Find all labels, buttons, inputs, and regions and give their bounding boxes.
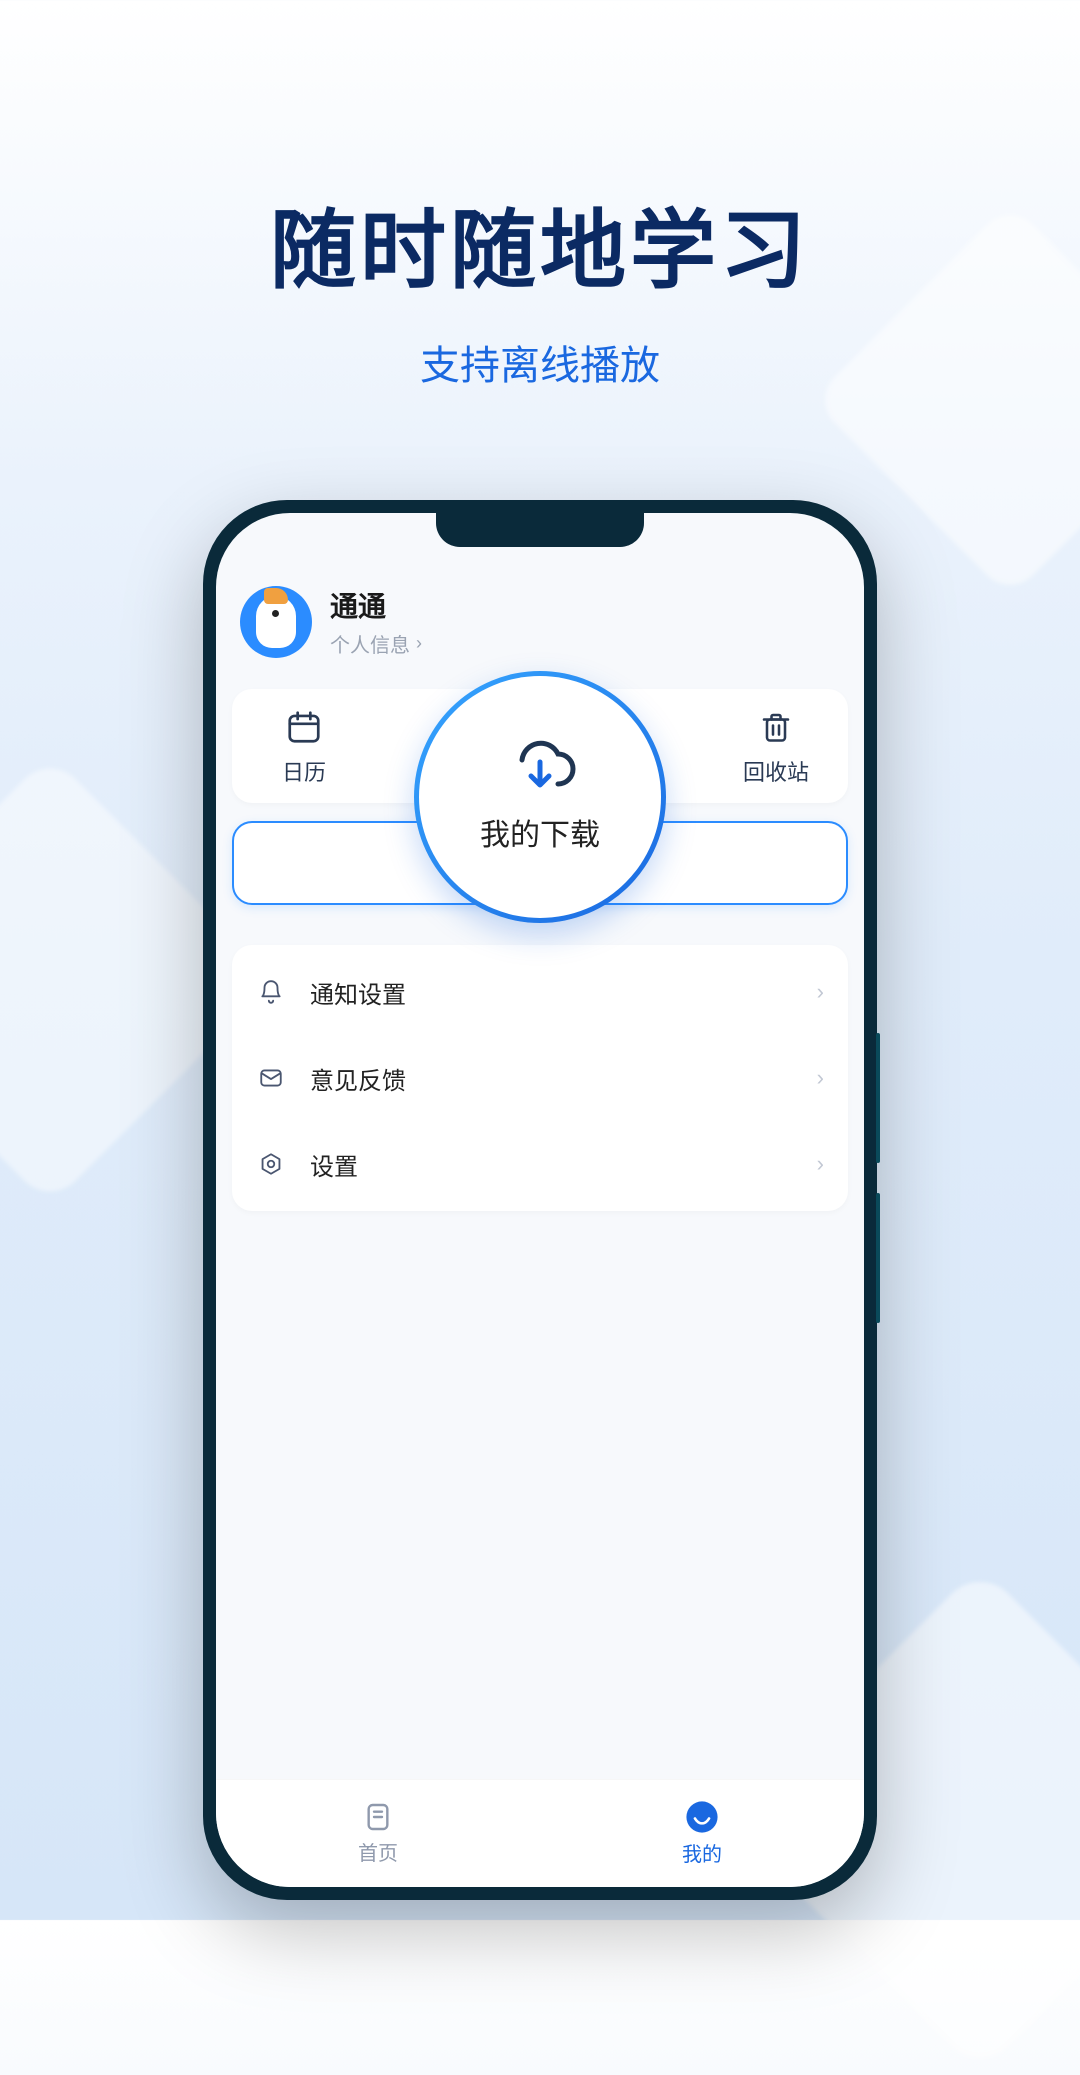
menu-notification-settings[interactable]: 通知设置 › — [232, 949, 848, 1035]
menu-label: 设置 — [310, 1147, 817, 1182]
phone-side-button — [876, 1193, 880, 1323]
avatar[interactable] — [240, 586, 312, 658]
bottom-nav: 首页 我的 — [216, 1779, 864, 1887]
mail-icon — [256, 1065, 286, 1091]
profile-name: 通通 — [330, 585, 422, 625]
smile-icon — [685, 1800, 719, 1834]
menu-label: 意见反馈 — [310, 1061, 817, 1096]
avatar-image — [256, 596, 296, 648]
bell-icon — [256, 979, 286, 1005]
profile-row[interactable]: 通通 个人信息 › — [240, 585, 422, 658]
calendar-button[interactable]: 日历 — [266, 705, 342, 787]
document-icon — [362, 1801, 394, 1833]
download-label: 我的下载 — [480, 810, 600, 854]
nav-label: 首页 — [358, 1837, 398, 1866]
trash-icon — [754, 705, 798, 749]
recycle-button[interactable]: 回收站 — [738, 705, 814, 787]
phone-frame: 通通 个人信息 › 日历 回收站 — [203, 500, 877, 1900]
menu-feedback[interactable]: 意见反馈 › — [232, 1035, 848, 1121]
menu-settings[interactable]: 设置 › — [232, 1121, 848, 1207]
menu-label: 通知设置 — [310, 975, 817, 1010]
chevron-right-icon: › — [817, 979, 824, 1005]
phone-notch — [436, 513, 644, 547]
nav-home[interactable]: 首页 — [216, 1780, 540, 1887]
chevron-right-icon: › — [817, 1065, 824, 1091]
hero-subtitle: 支持离线播放 — [0, 333, 1080, 391]
hero-title: 随时随地学习 — [0, 180, 1080, 305]
gear-icon — [256, 1151, 286, 1177]
phone-side-button — [876, 1033, 880, 1163]
profile-sub-link[interactable]: 个人信息 › — [330, 629, 422, 658]
calendar-icon — [282, 705, 326, 749]
phone-screen: 通通 个人信息 › 日历 回收站 — [216, 513, 864, 1887]
profile-sub-label: 个人信息 — [330, 629, 410, 658]
chevron-right-icon: › — [817, 1151, 824, 1177]
nav-mine[interactable]: 我的 — [540, 1780, 864, 1887]
nav-label: 我的 — [682, 1838, 722, 1867]
chevron-right-icon: › — [416, 633, 422, 654]
download-bubble[interactable]: 我的下载 — [414, 671, 666, 923]
settings-menu-card: 通知设置 › 意见反馈 › 设置 › — [232, 945, 848, 1211]
recycle-label: 回收站 — [738, 755, 814, 787]
calendar-label: 日历 — [266, 755, 342, 787]
cloud-download-icon — [503, 740, 577, 796]
